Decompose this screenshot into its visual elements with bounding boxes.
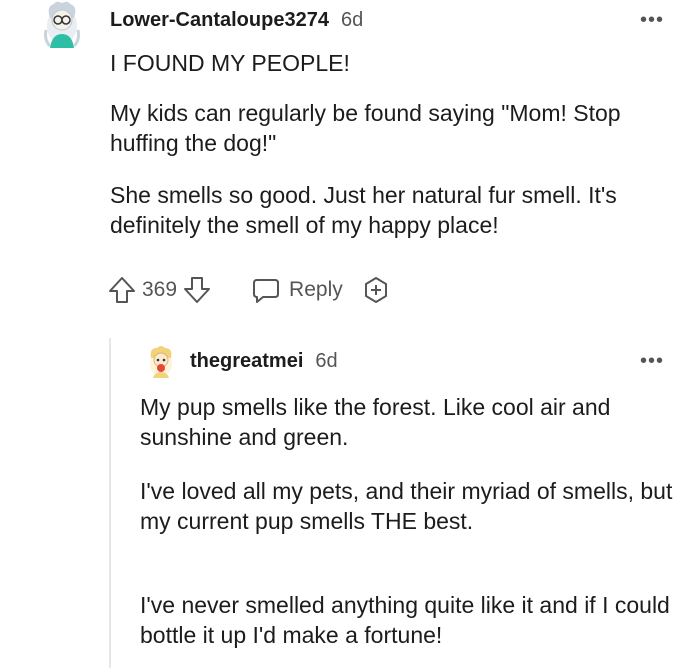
comment-paragraph-1: I FOUND MY PEOPLE! — [110, 48, 680, 78]
comment-paragraph-2: My kids can regularly be found saying "M… — [110, 98, 680, 158]
comment-text: My kids can regularly be found saying "M… — [110, 100, 621, 156]
reply-header: thegreatmei 6d — [190, 350, 338, 373]
more-options-icon[interactable]: ••• — [640, 10, 664, 30]
comment-paragraph-3: She smells so good. Just her natural fur… — [110, 180, 680, 240]
downvote-icon[interactable] — [183, 274, 211, 306]
comment-header: Lower-Cantaloupe3274 6d — [110, 9, 363, 35]
upvote-icon[interactable] — [108, 274, 136, 306]
reply-text: I've loved all my pets, and their myriad… — [140, 478, 673, 534]
award-plus-icon[interactable] — [361, 275, 391, 305]
more-options-icon[interactable]: ••• — [640, 350, 664, 373]
reply-text: My pup smells like the forest. Like cool… — [140, 394, 611, 450]
reply-bubble-icon — [253, 279, 280, 303]
reply-author[interactable]: thegreatmei — [190, 350, 303, 373]
reply-button[interactable]: Reply — [251, 275, 343, 305]
vote-count: 369 — [142, 278, 178, 301]
reply-paragraph-2: I've loved all my pets, and their myriad… — [140, 476, 680, 536]
reply-paragraph-3: I've never smelled anything quite like i… — [140, 590, 680, 650]
user-avatar[interactable] — [40, 0, 84, 52]
comment-author[interactable]: Lower-Cantaloupe3274 — [110, 9, 329, 32]
comment-actions: 369 Reply — [108, 270, 391, 310]
reply-paragraph-1: My pup smells like the forest. Like cool… — [140, 392, 680, 452]
comment-text: I FOUND MY PEOPLE! — [110, 50, 350, 76]
reply-user-avatar[interactable] — [145, 344, 177, 382]
reply-text: I've never smelled anything quite like i… — [140, 592, 670, 648]
comment-age: 6d — [340, 9, 364, 31]
reply-label: Reply — [289, 278, 343, 301]
reply-age: 6d — [315, 350, 338, 372]
thread-line[interactable] — [109, 338, 111, 668]
comment-text: She smells so good. Just her natural fur… — [110, 182, 617, 238]
